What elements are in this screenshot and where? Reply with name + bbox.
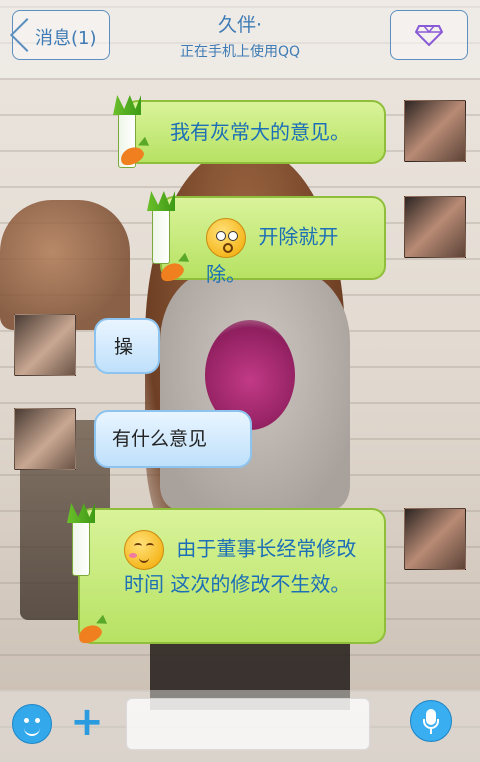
message-bubble[interactable]: 我有灰常大的意见。 <box>124 100 386 164</box>
leek-decoration-icon <box>72 518 90 576</box>
chat-title: 久伴· 正在手机上使用QQ <box>150 10 330 61</box>
contact-status: 正在手机上使用QQ <box>179 44 301 60</box>
message-text: 有什么意见 <box>112 428 208 450</box>
message-bubble[interactable]: 开除就开除。 <box>160 196 386 286</box>
message-text: 操 <box>114 336 134 358</box>
input-bar: + <box>0 690 480 762</box>
my-avatar[interactable] <box>404 508 466 570</box>
leek-decoration-icon <box>152 206 170 264</box>
message-text: 我有灰常大的意见。 <box>170 120 350 144</box>
message-bubble[interactable]: 有什么意见 <box>94 410 252 468</box>
back-label: 消息(1) <box>35 28 97 49</box>
my-avatar[interactable] <box>404 196 466 258</box>
contact-avatar[interactable] <box>14 408 76 470</box>
contact-name: 久伴· <box>217 14 263 36</box>
plus-icon[interactable]: + <box>68 702 106 742</box>
sleepy-smiley-icon <box>124 530 164 570</box>
message-input[interactable] <box>126 698 370 750</box>
back-button[interactable]: 消息(1) <box>10 10 110 60</box>
surprised-smiley-icon <box>206 218 246 258</box>
my-avatar[interactable] <box>404 100 466 162</box>
message-bubble[interactable]: 操 <box>94 318 160 374</box>
microphone-button[interactable] <box>410 700 452 742</box>
message-bubble[interactable]: 由于董事长经常修改时间 这次的修改不生效。 <box>78 508 386 644</box>
contact-avatar[interactable] <box>14 314 76 376</box>
top-bar: 消息(1) 久伴· 正在手机上使用QQ <box>0 0 480 78</box>
emoji-button[interactable] <box>12 704 52 744</box>
diamond-icon <box>415 25 443 46</box>
diamond-button[interactable] <box>390 10 468 60</box>
lamp-shade <box>0 200 130 330</box>
